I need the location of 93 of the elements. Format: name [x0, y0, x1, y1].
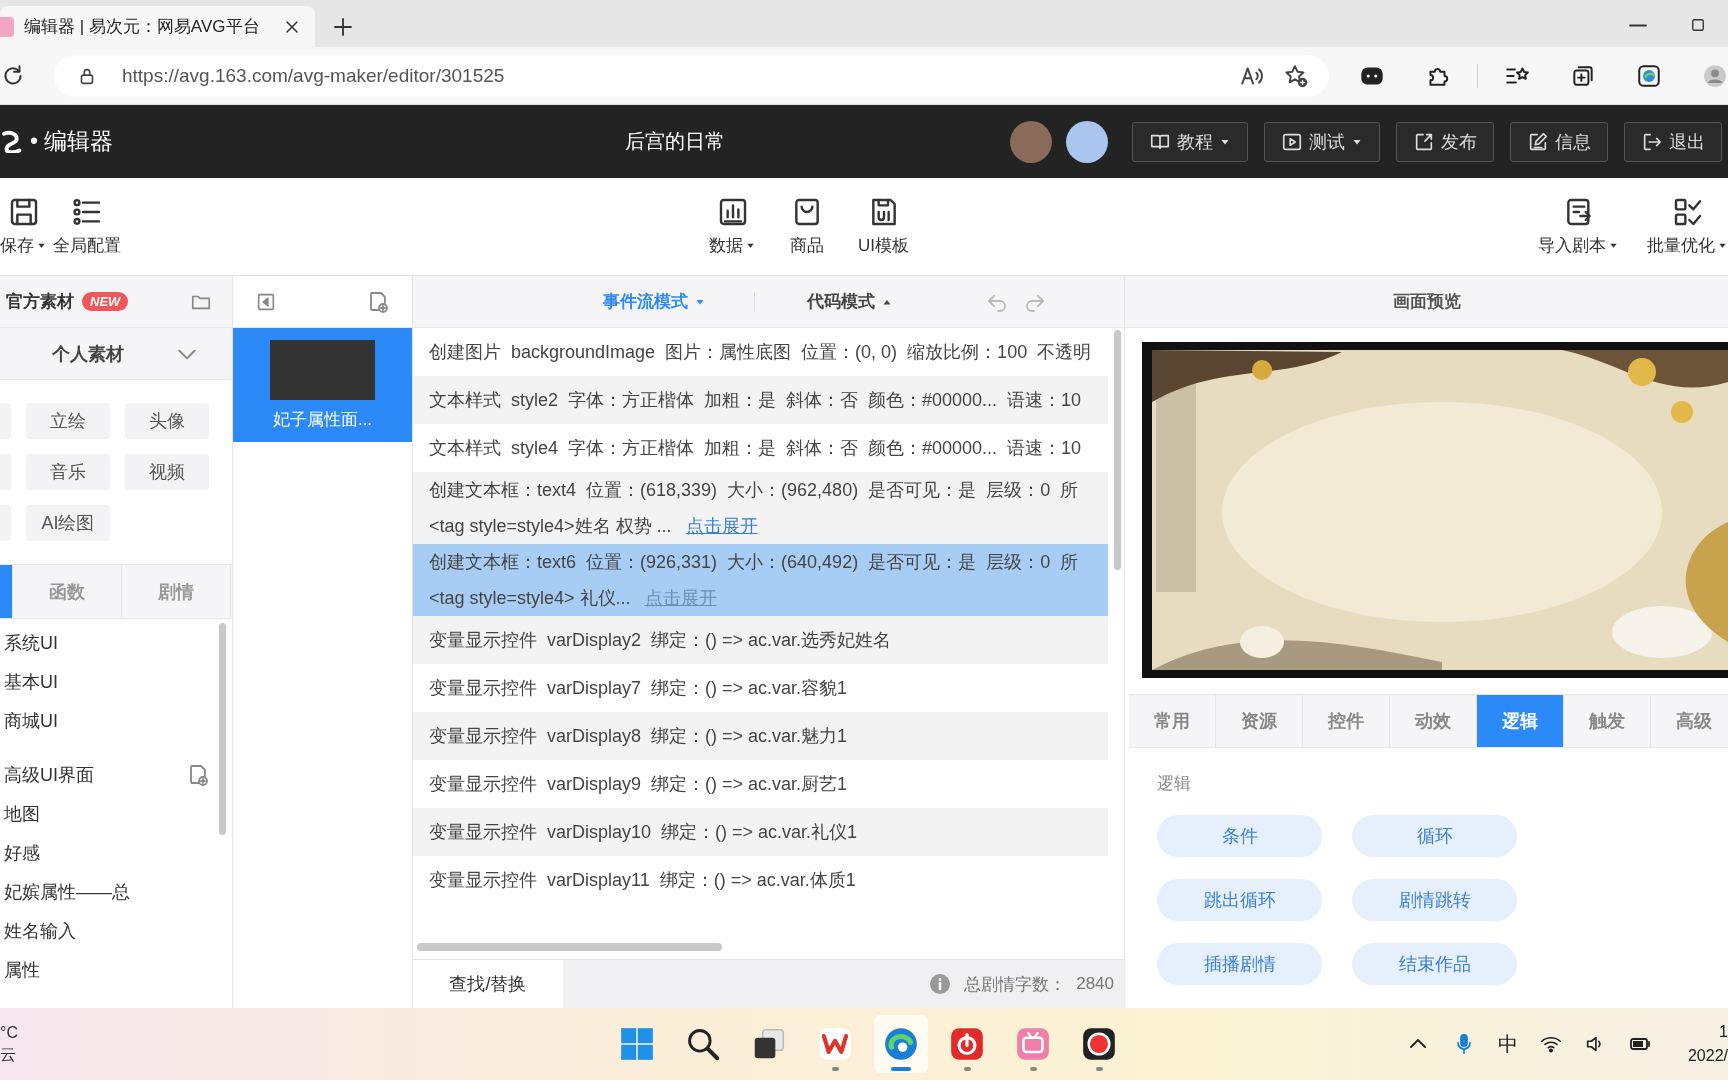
music-app-icon[interactable] — [948, 1025, 986, 1063]
browser-tab[interactable]: 编辑器 | 易次元：网易AVG平台 — [0, 6, 315, 47]
event-text: 文本样式 style2 字体：方正楷体 加粗：是 斜体：否 颜色：#00000... 语速：10 — [429, 389, 1083, 412]
event-row[interactable]: 变量显示控件 varDisplay10 绑定：() => ac.var.礼仪1 — [413, 808, 1108, 856]
asset-button[interactable]: 音乐 — [26, 454, 110, 490]
logic-button[interactable]: 结束作品 — [1352, 943, 1517, 985]
video-app-icon[interactable] — [1014, 1025, 1052, 1063]
plus-icon — [331, 15, 355, 39]
tree-item[interactable]: 姓名输入 — [4, 918, 76, 943]
info-icon[interactable] — [928, 972, 953, 996]
event-row[interactable]: 变量显示控件 varDisplay2 绑定：() => ac.var.选秀妃姓名 — [413, 616, 1108, 664]
start-icon[interactable] — [618, 1025, 656, 1063]
event-text: 创建图片 backgroundImage 图片：属性底图 位置：(0, 0) 缩放比例：100 不透明 — [429, 341, 1093, 364]
word-count: 2840 — [1076, 974, 1114, 994]
header-button[interactable]: 信息 — [1510, 121, 1608, 162]
asset-button[interactable]: AI绘图 — [26, 505, 110, 541]
clock-time[interactable]: 1 — [1719, 1020, 1728, 1044]
project-title: 后宫的日常 — [624, 129, 726, 154]
header-button[interactable]: 教程 — [1132, 121, 1248, 162]
favorite-add-icon[interactable] — [1283, 62, 1309, 89]
panel-title: 画面预览 — [1392, 291, 1461, 313]
asset-button[interactable]: 立绘 — [26, 403, 110, 439]
toolbar-button[interactable]: 导入剧本 — [1538, 196, 1619, 257]
browser-icon[interactable] — [882, 1025, 920, 1063]
tree-item[interactable]: 系统UI — [4, 630, 58, 655]
logic-button[interactable]: 插播剧情 — [1157, 943, 1322, 985]
minimize-icon — [1629, 22, 1647, 28]
edit-icon — [1527, 130, 1549, 153]
clock-date[interactable]: 2022/ — [1687, 1044, 1728, 1068]
list-icon — [71, 196, 103, 228]
weather-temperature: °C — [0, 1023, 19, 1043]
event-text: 变量显示控件 varDisplay11 绑定：() => ac.var.体质1 — [429, 869, 857, 892]
asset-button[interactable]: 头像 — [125, 403, 209, 439]
tree-item[interactable]: 地图 — [4, 801, 40, 826]
event-detail: <tag style=style4>姓名 权势 ... — [429, 515, 672, 538]
section-header[interactable]: 个人素材 — [0, 328, 232, 380]
event-row[interactable]: 创建文本框：text4 位置：(618,339) 大小：(962,480) 是否可见：是 层级：0 所 <tag style=style4>姓名 权势 ... 点击展开 — [413, 472, 1108, 544]
site-logo-icon — [0, 16, 14, 37]
mode-tab[interactable]: 代码模式 — [807, 290, 893, 313]
toolbar-button[interactable]: UI模板 — [858, 196, 909, 257]
input-method[interactable]: 中 — [1498, 1030, 1518, 1058]
logic-button[interactable]: 剧情跳转 — [1352, 879, 1517, 921]
tree-item[interactable]: 商城UI — [4, 708, 58, 733]
event-row[interactable]: 变量显示控件 varDisplay8 绑定：() => ac.var.魅力1 — [413, 712, 1108, 760]
header-button[interactable]: 测试 — [1264, 121, 1380, 162]
event-text: 创建文本框：text4 位置：(618,339) 大小：(962,480) 是否可见：是 层级：0 所 — [429, 479, 1080, 502]
logic-button[interactable]: 跳出循环 — [1157, 879, 1322, 921]
toolbar-button[interactable]: 数据 — [709, 196, 756, 257]
word-count-label: 总剧情字数： — [964, 973, 1067, 996]
header-button[interactable]: 发布 — [1396, 121, 1494, 162]
office-app-icon[interactable] — [816, 1025, 854, 1063]
toolbar-button[interactable]: 商品 — [790, 196, 824, 257]
tree-item[interactable]: 属性 — [4, 957, 40, 982]
toolbar-button[interactable]: 保存 — [0, 196, 47, 257]
event-detail: <tag style=style4> 礼仪... — [429, 587, 631, 610]
tree-item[interactable]: 基本UI — [4, 669, 58, 694]
tree-item[interactable]: 妃嫔属性——总 — [4, 879, 130, 904]
section-title: 个人素材 — [52, 342, 124, 366]
event-text: 变量显示控件 varDisplay9 绑定：() => ac.var.厨艺1 — [429, 773, 849, 796]
event-text: 变量显示控件 varDisplay8 绑定：() => ac.var.魅力1 — [429, 725, 849, 748]
scrollbar[interactable] — [219, 623, 226, 835]
header-button[interactable]: 退出 — [1624, 121, 1722, 162]
find-replace-button[interactable]: 查找/替换 — [413, 960, 563, 1008]
event-row[interactable]: 创建文本框：text6 位置：(926,331) 大小：(640,492) 是否可见：是 层级：0 所 <tag style=style4> 礼仪... 点击展开 — [413, 544, 1108, 616]
asset-button[interactable]: 视频 — [125, 454, 209, 490]
scrollbar[interactable] — [1114, 330, 1121, 570]
weather-condition: 云 — [0, 1045, 17, 1065]
address-field[interactable]: https://avg.163.com/avg-maker/editor/301525 — [54, 54, 1329, 97]
app-title: • 编辑器 — [30, 127, 114, 156]
tree-item[interactable]: 好感 — [4, 840, 40, 865]
event-text: 变量显示控件 varDisplay10 绑定：() => ac.var.礼仪1 — [429, 821, 859, 844]
event-row[interactable]: 文本样式 style2 字体：方正楷体 加粗：是 斜体：否 颜色：#00000... 语速：10 — [413, 376, 1108, 424]
toolbar-button[interactable]: 批量优化 — [1647, 196, 1728, 257]
expand-link[interactable]: 点击展开 — [685, 514, 758, 538]
new-badge: NEW — [82, 292, 129, 311]
record-app-icon[interactable] — [1080, 1025, 1118, 1063]
event-text: 文本样式 style4 字体：方正楷体 加粗：是 斜体：否 颜色：#00000... 语速：10 — [429, 437, 1083, 460]
section-title: 逻辑 — [1157, 773, 1192, 795]
browser-extension-icon[interactable] — [1636, 62, 1662, 89]
panel-title: 官方素材 — [6, 291, 74, 313]
avatar[interactable] — [1066, 120, 1108, 163]
app-logo-icon — [0, 130, 22, 153]
maximize-icon — [1689, 16, 1707, 34]
page-title: 妃子属性面... — [272, 408, 373, 431]
logic-button[interactable]: 条件 — [1157, 815, 1322, 857]
event-text: 变量显示控件 varDisplay2 绑定：() => ac.var.选秀妃姓名 — [429, 629, 893, 652]
tree-item[interactable]: 高级UI界面 — [4, 762, 94, 787]
event-text: 创建文本框：text6 位置：(926,331) 大小：(640,492) 是否可见：是 层级：0 所 — [429, 551, 1080, 574]
logic-button[interactable]: 循环 — [1352, 815, 1517, 857]
scrollbar[interactable] — [417, 943, 722, 951]
event-text: 变量显示控件 varDisplay7 绑定：() => ac.var.容貌1 — [429, 677, 849, 700]
profile-icon[interactable] — [1702, 62, 1728, 89]
toolbar-button[interactable]: 全局配置 — [53, 196, 121, 257]
